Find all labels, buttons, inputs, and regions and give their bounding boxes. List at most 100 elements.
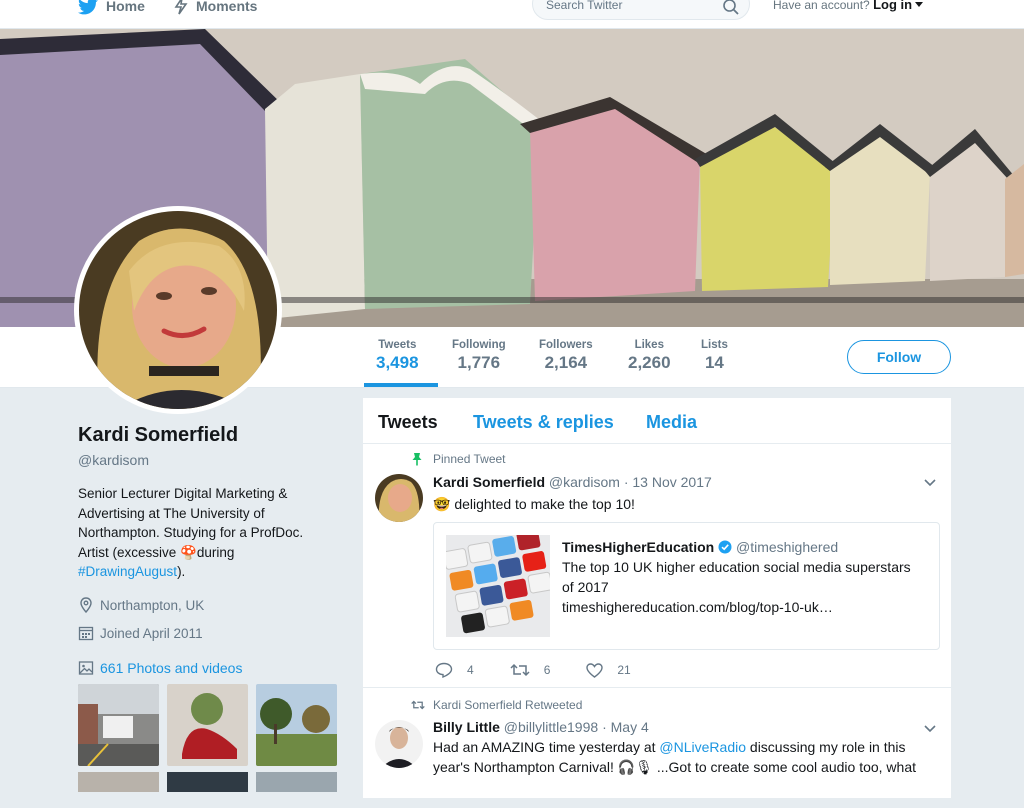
stat-value: 3,498 bbox=[376, 353, 419, 372]
tweet-timeline: Tweets Tweets & replies Media Pinned Twe… bbox=[363, 398, 951, 798]
tweet-body: ...Got to create some cool audio too, wh… bbox=[652, 759, 917, 775]
follow-button[interactable]: Follow bbox=[847, 340, 951, 374]
reply-count: 4 bbox=[467, 663, 474, 677]
stat-lists[interactable]: Lists 14 bbox=[701, 339, 728, 373]
caret-down-icon bbox=[915, 2, 924, 7]
stat-value: 2,260 bbox=[628, 353, 671, 372]
nav-home-label: Home bbox=[106, 0, 145, 14]
chevron-down-icon[interactable] bbox=[923, 724, 937, 734]
lightning-icon bbox=[174, 0, 188, 15]
stat-following[interactable]: Following 1,776 bbox=[452, 339, 506, 373]
active-stat-underline bbox=[364, 383, 438, 387]
tweet-body: Had an AMAZING time yesterday at bbox=[433, 739, 660, 755]
top-navigation-bar: Home Moments Have an account? Log in bbox=[0, 0, 1024, 29]
tweet-text: 🤓 delighted to make the top 10! bbox=[433, 494, 938, 514]
tweet-date[interactable]: · 13 Nov 2017 bbox=[624, 474, 712, 490]
search-icon[interactable] bbox=[723, 0, 739, 15]
tweet-author-avatar[interactable] bbox=[375, 720, 423, 768]
nav-moments[interactable]: Moments bbox=[174, 0, 257, 16]
nerd-face-emoji: 🤓 bbox=[433, 496, 451, 512]
login-link[interactable]: Log in bbox=[873, 0, 924, 12]
account-area: Have an account? Log in bbox=[773, 0, 924, 12]
retweet-count: 6 bbox=[543, 663, 551, 677]
tab-media[interactable]: Media bbox=[646, 412, 697, 433]
heart-icon bbox=[586, 662, 604, 678]
nav-moments-label: Moments bbox=[196, 0, 258, 14]
card-content: TimesHigherEducation @timeshighered The … bbox=[562, 537, 922, 617]
headphones-microphone-emoji: 🎧🎙 bbox=[617, 759, 653, 775]
media-thumbnail[interactable] bbox=[256, 772, 337, 792]
bio-text: during bbox=[196, 544, 235, 560]
stat-followers[interactable]: Followers 2,164 bbox=[539, 339, 593, 373]
media-thumbnail[interactable] bbox=[167, 684, 248, 766]
search-input[interactable] bbox=[544, 0, 718, 13]
mention-link[interactable]: @NLiveRadio bbox=[659, 739, 746, 755]
card-title: The top 10 UK higher education social me… bbox=[562, 559, 911, 595]
card-author-handle: @timeshighered bbox=[736, 539, 839, 555]
tweet-author-handle[interactable]: @kardisom bbox=[549, 474, 620, 490]
hashtag-link[interactable]: #DrawingAugust bbox=[78, 564, 177, 579]
tab-tweets[interactable]: Tweets bbox=[378, 412, 438, 433]
avatar-portrait bbox=[79, 211, 277, 409]
like-action[interactable]: 21 bbox=[586, 662, 631, 678]
stat-label: Following bbox=[452, 339, 506, 351]
tweet-date[interactable]: · May 4 bbox=[602, 719, 649, 735]
thumbnail-photo bbox=[256, 772, 337, 792]
photos-videos-label: 661 Photos and videos bbox=[100, 660, 243, 676]
profile-avatar[interactable] bbox=[74, 206, 282, 414]
account-prompt: Have an account? bbox=[773, 0, 870, 12]
photo-icon bbox=[78, 661, 94, 675]
location-text: Northampton, UK bbox=[100, 597, 205, 613]
tweet-author-avatar[interactable] bbox=[375, 474, 423, 522]
retweet-context: Kardi Somerfield Retweeted bbox=[411, 698, 582, 712]
stat-label: Tweets bbox=[378, 339, 417, 351]
search-box[interactable] bbox=[532, 0, 750, 20]
park-trees-photo bbox=[256, 684, 337, 766]
tweet-item[interactable]: Kardi Somerfield Retweeted Billy Little … bbox=[363, 688, 951, 808]
profile-bio: Senior Lecturer Digital Marketing & Adve… bbox=[78, 484, 328, 582]
card-image bbox=[446, 535, 550, 637]
stat-value: 1,776 bbox=[457, 353, 501, 372]
chevron-down-icon[interactable] bbox=[923, 478, 937, 488]
calendar-icon bbox=[78, 626, 94, 641]
tab-tweets-replies[interactable]: Tweets & replies bbox=[473, 412, 614, 433]
stat-tweets[interactable]: Tweets 3,498 bbox=[376, 339, 419, 373]
media-thumbnail[interactable] bbox=[78, 684, 159, 766]
tweet-author-name[interactable]: Billy Little bbox=[433, 719, 500, 735]
retweet-icon bbox=[510, 663, 530, 677]
mushroom-emoji: 🍄 bbox=[180, 544, 197, 560]
stat-likes[interactable]: Likes 2,260 bbox=[628, 339, 671, 373]
author-avatar-image bbox=[375, 474, 423, 522]
tweet-text: Had an AMAZING time yesterday at @NLiveR… bbox=[433, 737, 938, 777]
tweet-body: delighted to make the top 10! bbox=[454, 496, 635, 512]
photos-videos-link[interactable]: 661 Photos and videos bbox=[78, 660, 242, 676]
pinned-context: Pinned Tweet bbox=[411, 452, 506, 466]
twitter-bird-icon bbox=[78, 0, 98, 14]
profile-handle[interactable]: @kardisom bbox=[78, 452, 149, 468]
location-pin-icon bbox=[80, 597, 92, 613]
tweet-author-name[interactable]: Kardi Somerfield bbox=[433, 474, 545, 490]
tweet-item[interactable]: Pinned Tweet Kardi Somerfield @kardisom … bbox=[363, 444, 951, 688]
timeline-tabs: Tweets Tweets & replies Media bbox=[363, 398, 951, 444]
social-media-keyboard-image bbox=[446, 535, 550, 637]
retweeted-by-label: Kardi Somerfield Retweeted bbox=[433, 698, 583, 712]
card-author-name: TimesHigherEducation bbox=[562, 539, 715, 555]
media-thumbnail[interactable] bbox=[167, 772, 248, 792]
profile-name[interactable]: Kardi Somerfield bbox=[78, 424, 238, 447]
verified-badge-icon bbox=[718, 540, 732, 554]
link-card[interactable]: TimesHigherEducation @timeshighered The … bbox=[433, 522, 940, 650]
pinned-label: Pinned Tweet bbox=[433, 452, 506, 466]
tweet-header: Billy Little @billylittle1998 · May 4 bbox=[433, 719, 649, 735]
street-van-photo bbox=[78, 684, 159, 766]
retweet-action[interactable]: 6 bbox=[510, 663, 551, 677]
stat-value: 2,164 bbox=[544, 353, 588, 372]
card-url: timeshighereducation.com/blog/top-10-uk… bbox=[562, 599, 833, 615]
reply-action[interactable]: 4 bbox=[435, 662, 474, 678]
thumbnail-photo bbox=[167, 772, 248, 792]
media-thumbnail[interactable] bbox=[256, 684, 337, 766]
red-shoe-planter-photo bbox=[167, 684, 248, 766]
tweet-author-handle[interactable]: @billylittle1998 bbox=[504, 719, 598, 735]
media-thumbnail[interactable] bbox=[78, 772, 159, 792]
tweet-actions: 4 6 21 bbox=[435, 662, 667, 678]
nav-home[interactable]: Home bbox=[78, 0, 145, 16]
